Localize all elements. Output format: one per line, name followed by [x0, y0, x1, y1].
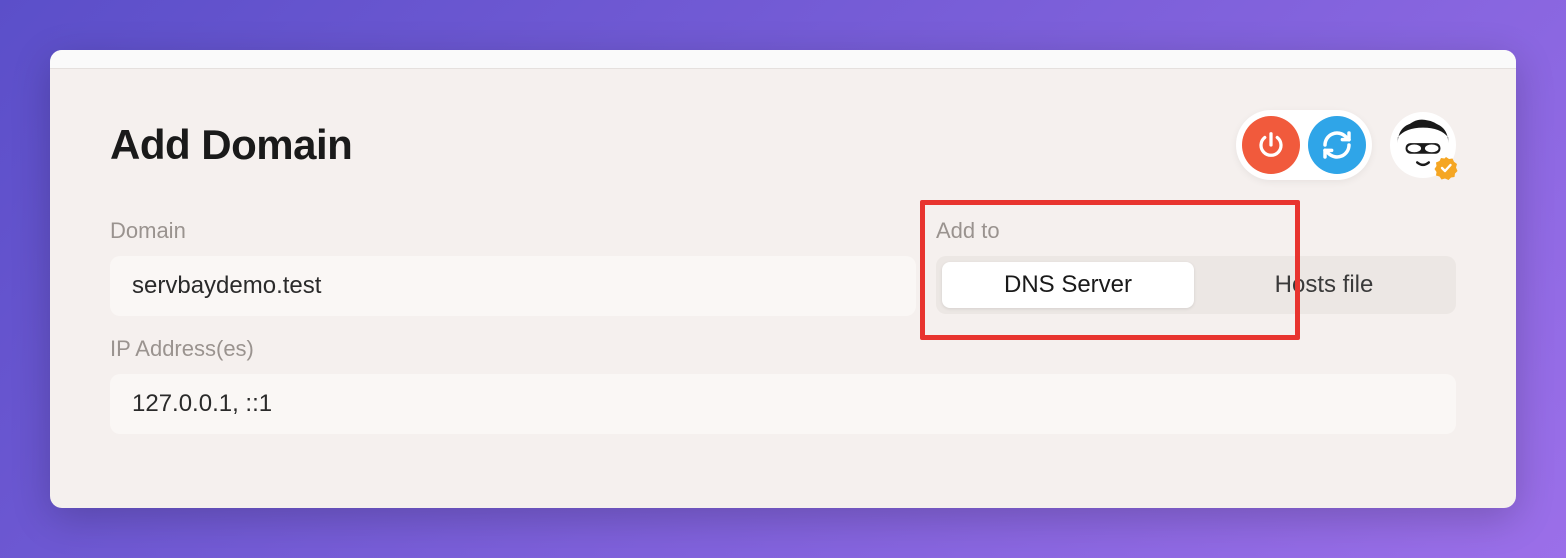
power-icon — [1256, 130, 1286, 160]
form-row-domain: Domain Add to DNS Server Hosts file — [110, 218, 1456, 316]
addto-segmented: DNS Server Hosts file — [936, 256, 1456, 314]
domain-label: Domain — [110, 218, 916, 244]
segment-hosts-file[interactable]: Hosts file — [1198, 262, 1450, 308]
ip-input[interactable] — [110, 374, 1456, 434]
form-row-ip: IP Address(es) — [110, 336, 1456, 434]
power-button[interactable] — [1242, 116, 1300, 174]
ip-group: IP Address(es) — [110, 336, 1456, 434]
page-title: Add Domain — [110, 121, 352, 169]
header-controls — [1236, 110, 1456, 180]
addto-label: Add to — [936, 218, 1456, 244]
addto-group: Add to DNS Server Hosts file — [936, 218, 1456, 316]
header-row: Add Domain — [110, 110, 1456, 180]
refresh-icon — [1321, 129, 1353, 161]
domain-input[interactable] — [110, 256, 916, 316]
app-window: Add Domain — [50, 50, 1516, 508]
ip-label: IP Address(es) — [110, 336, 1456, 362]
avatar[interactable] — [1390, 112, 1456, 178]
domain-group: Domain — [110, 218, 916, 316]
segment-dns-server[interactable]: DNS Server — [942, 262, 1194, 308]
verified-badge-icon — [1434, 156, 1458, 180]
refresh-button[interactable] — [1308, 116, 1366, 174]
action-pill — [1236, 110, 1372, 180]
